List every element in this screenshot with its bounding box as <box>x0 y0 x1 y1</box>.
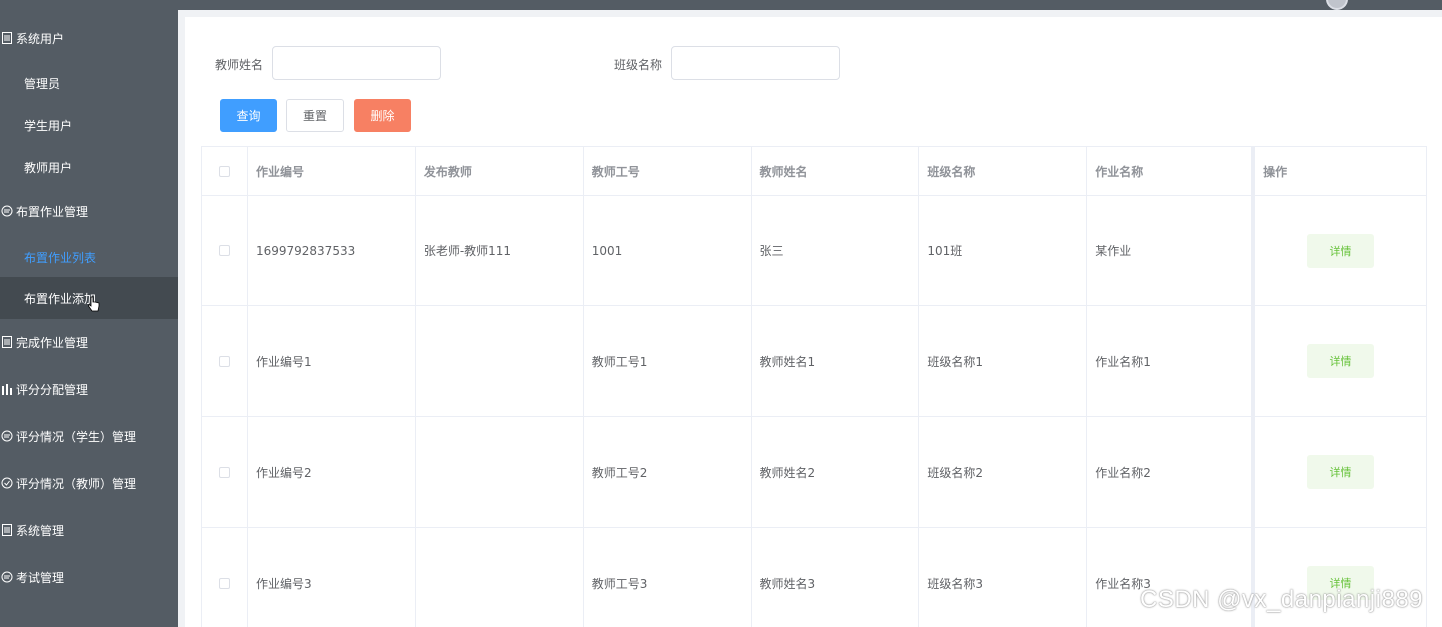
menu-score-student[interactable]: 评分情况（学生）管理 <box>0 413 178 459</box>
action-cell: 详情 <box>1255 306 1427 416</box>
table-cell: 教师工号1 <box>584 306 752 416</box>
message-icon <box>0 570 14 584</box>
table-cell: 作业名称2 <box>1087 417 1256 527</box>
column-header[interactable]: 教师姓名 <box>752 147 920 195</box>
table-cell: 教师工号2 <box>584 417 752 527</box>
table-row: 作业编号1 教师工号1 教师姓名1 班级名称1 作业名称1 详情 <box>202 306 1427 417</box>
table-cell: 101班 <box>919 196 1088 305</box>
row-select-cell <box>202 528 248 627</box>
detail-button[interactable]: 详情 <box>1307 344 1375 378</box>
menu-label: 布置作业添加 <box>24 291 97 306</box>
message-icon <box>0 429 14 443</box>
column-header[interactable]: 班级名称 <box>919 147 1088 195</box>
menu-system-users[interactable]: 系统用户 <box>0 15 178 61</box>
row-checkbox[interactable] <box>218 355 230 367</box>
table-cell: 作业名称1 <box>1087 306 1256 416</box>
table-cell: 1699792837533 <box>248 196 416 305</box>
class-name-input[interactable] <box>671 46 840 80</box>
table-cell: 教师工号3 <box>584 528 752 627</box>
table-cell: 作业编号1 <box>248 306 416 416</box>
menu-assign-homework-list[interactable]: 布置作业列表 <box>0 236 178 278</box>
table-cell: 张三 <box>752 196 920 305</box>
menu-student-users[interactable]: 学生用户 <box>0 104 178 146</box>
table-cell: 作业编号3 <box>248 528 416 627</box>
menu-label: 布置作业列表 <box>24 250 97 265</box>
action-cell: 详情 <box>1255 417 1427 527</box>
action-cell: 详情 <box>1255 196 1427 305</box>
row-select-cell <box>202 417 248 527</box>
menu-complete-homework[interactable]: 完成作业管理 <box>0 319 178 365</box>
select-all-checkbox[interactable] <box>218 165 230 177</box>
menu-score-teacher[interactable]: 评分情况（教师）管理 <box>0 460 178 506</box>
table-cell: 教师姓名1 <box>752 306 920 416</box>
detail-button[interactable]: 详情 <box>1307 233 1375 268</box>
table-cell: 教师姓名2 <box>752 417 920 527</box>
select-all-cell <box>202 147 248 195</box>
column-header: 操作 <box>1255 147 1427 195</box>
menu-label: 学生用户 <box>24 118 73 133</box>
avatar[interactable] <box>1326 0 1348 10</box>
check-circle-icon <box>0 476 14 490</box>
table-cell <box>416 528 584 627</box>
list-icon <box>0 335 14 349</box>
table-cell: 班级名称1 <box>919 306 1088 416</box>
delete-button[interactable]: 删除 <box>354 99 411 132</box>
menu-label: 评分分配管理 <box>16 382 89 397</box>
row-checkbox[interactable] <box>218 577 230 589</box>
menu-teacher-users[interactable]: 教师用户 <box>0 146 178 188</box>
menu-label: 布置作业管理 <box>16 204 89 219</box>
watermark: CSDN @vx_danpianji889 <box>1140 586 1424 613</box>
row-select-cell <box>202 196 248 305</box>
list-icon <box>0 523 14 537</box>
menu-label: 完成作业管理 <box>16 335 89 350</box>
table-header-row: 作业编号 发布教师 教师工号 教师姓名 班级名称 作业名称 操作 <box>202 147 1427 196</box>
table-cell: 1001 <box>584 196 752 305</box>
menu-label: 系统用户 <box>16 31 65 46</box>
teacher-name-input[interactable] <box>272 46 441 80</box>
table-cell: 某作业 <box>1087 196 1256 305</box>
homework-table: 作业编号 发布教师 教师工号 教师姓名 班级名称 作业名称 操作 1699792… <box>201 146 1427 627</box>
sidebar: 系统用户 管理员 学生用户 教师用户 布置作业管理 布置作业列表 布置作业添加 … <box>0 0 178 627</box>
menu-label: 评分情况（学生）管理 <box>16 429 137 444</box>
row-checkbox[interactable] <box>218 466 230 478</box>
bar-chart-icon <box>0 382 14 396</box>
menu-label: 管理员 <box>24 76 61 91</box>
detail-button[interactable]: 详情 <box>1307 455 1375 489</box>
table-row: 1699792837533 张老师-教师111 1001 张三 101班 某作业… <box>202 196 1427 306</box>
menu-label: 考试管理 <box>16 570 65 585</box>
menu-label: 系统管理 <box>16 523 65 538</box>
menu-exam-manage[interactable]: 考试管理 <box>0 554 178 600</box>
hand-cursor-icon <box>88 296 100 312</box>
menu-label: 教师用户 <box>24 160 73 175</box>
row-select-cell <box>202 306 248 416</box>
table-cell: 教师姓名3 <box>752 528 920 627</box>
reset-button[interactable]: 重置 <box>286 99 344 132</box>
table-cell: 班级名称3 <box>919 528 1088 627</box>
table-cell: 班级名称2 <box>919 417 1088 527</box>
top-bar <box>178 0 1442 10</box>
message-icon <box>0 204 14 218</box>
table-row: 作业编号2 教师工号2 教师姓名2 班级名称2 作业名称2 详情 <box>202 417 1427 528</box>
column-header[interactable]: 作业编号 <box>248 147 416 195</box>
main-panel: 教师姓名 班级名称 查询 重置 删除 作业编号 发布教师 教师工号 教师姓名 班… <box>185 17 1442 627</box>
list-icon <box>0 31 14 45</box>
column-header[interactable]: 发布教师 <box>416 147 584 195</box>
menu-assign-homework[interactable]: 布置作业管理 <box>0 188 178 234</box>
menu-score-assign[interactable]: 评分分配管理 <box>0 366 178 412</box>
menu-admin[interactable]: 管理员 <box>0 62 178 104</box>
teacher-name-label: 教师姓名 <box>215 58 264 72</box>
menu-system-manage[interactable]: 系统管理 <box>0 507 178 553</box>
menu-label: 评分情况（教师）管理 <box>16 476 137 491</box>
table-cell <box>416 417 584 527</box>
table-cell <box>416 306 584 416</box>
table-cell: 作业编号2 <box>248 417 416 527</box>
query-button[interactable]: 查询 <box>220 99 277 132</box>
table-cell: 张老师-教师111 <box>416 196 584 305</box>
row-checkbox[interactable] <box>218 245 230 256</box>
class-name-label: 班级名称 <box>614 58 663 72</box>
column-header[interactable]: 教师工号 <box>584 147 752 195</box>
column-header[interactable]: 作业名称 <box>1087 147 1256 195</box>
